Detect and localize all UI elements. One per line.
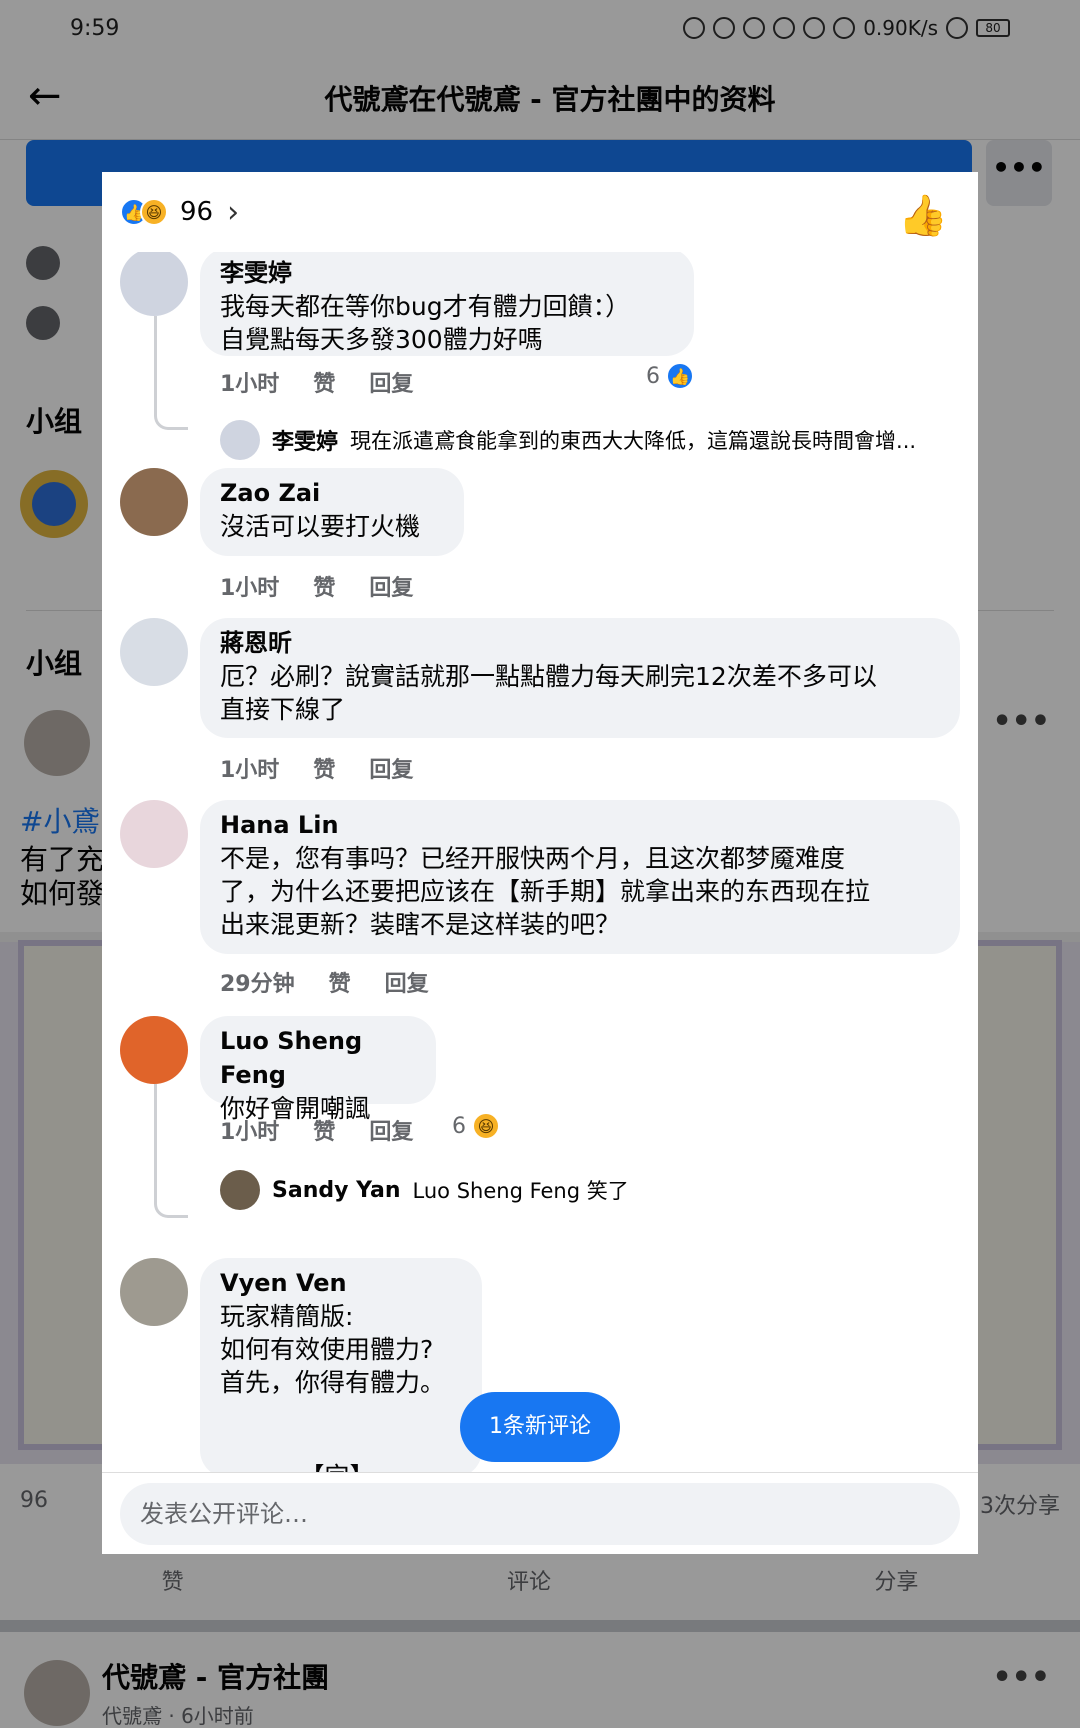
comment-author[interactable]: Vyen Ven — [220, 1266, 462, 1300]
comment-time: 1小时 — [220, 758, 280, 783]
avatar — [220, 420, 260, 460]
comment-bubble[interactable]: Luo Sheng Feng 你好會開嘲諷 — [200, 1016, 436, 1123]
avatar[interactable] — [120, 618, 188, 686]
thread-line — [154, 316, 188, 430]
like-link[interactable]: 赞 — [313, 570, 335, 602]
avatar[interactable] — [120, 468, 188, 536]
like-link[interactable]: 赞 — [329, 966, 351, 998]
reply-text: Luo Sheng Feng 笑了 — [412, 1179, 629, 1203]
comment-text: 不是，您有事吗？已经开服快两个月，且这次都梦魇难度 了，为什么还要把应该在【新手… — [220, 844, 871, 939]
comment-text: 沒活可以要打火機 — [220, 512, 421, 541]
reaction-number: 6 — [452, 1113, 466, 1139]
chevron-right-icon[interactable]: › — [227, 195, 239, 230]
haha-reaction-icon: 😆 — [140, 198, 168, 226]
comments-modal: 👍 😆 96 › 👍 李雯婷 我每天都在等你bug才有體力回饋：） 自覺點每天多… — [102, 172, 978, 1554]
comment-reactions[interactable]: 6 😆 — [452, 1112, 500, 1140]
avatar[interactable] — [120, 800, 188, 868]
like-outline-icon[interactable]: 👍 — [898, 192, 948, 239]
comment-meta: 1小时 赞 回复 — [220, 1114, 413, 1146]
avatar[interactable] — [120, 1258, 188, 1326]
comment-text: 玩家精簡版: 如何有效使用體力? 首先，你得有體力。 — [220, 1302, 446, 1397]
like-link[interactable]: 赞 — [313, 366, 335, 398]
comment-input[interactable] — [120, 1483, 960, 1545]
avatar[interactable] — [120, 252, 188, 316]
comment-meta: 1小时 赞 回复 — [220, 570, 413, 602]
comment-author[interactable]: 蔣恩昕 — [220, 626, 940, 660]
new-comments-button[interactable]: 1条新评论 — [460, 1392, 620, 1462]
comment-author[interactable]: Hana Lin — [220, 808, 940, 842]
like-link[interactable]: 赞 — [313, 752, 335, 784]
comment-author[interactable]: 李雯婷 — [220, 256, 674, 290]
thread-line — [154, 1084, 188, 1218]
comment-bubble[interactable]: 李雯婷 我每天都在等你bug才有體力回饋：） 自覺點每天多發300體力好嗎 — [200, 252, 694, 356]
comment-bubble[interactable]: Hana Lin 不是，您有事吗？已经开服快两个月，且这次都梦魇难度 了，为什么… — [200, 800, 960, 954]
reply-link[interactable]: 回复 — [369, 752, 413, 784]
comment-time: 29分钟 — [220, 972, 295, 997]
comment-text: 厄？必刷？說實話就那一點點體力每天刷完12次差不多可以 直接下線了 — [220, 662, 877, 724]
like-reaction-icon: 👍 — [666, 362, 694, 390]
reply-link[interactable]: 回复 — [369, 1114, 413, 1146]
haha-reaction-icon: 😆 — [472, 1112, 500, 1140]
reply-text: 現在派遣鳶食能拿到的東西大大降低，這篇還說長時間會增... — [350, 429, 917, 453]
reaction-number: 6 — [646, 363, 660, 389]
reply-link[interactable]: 回复 — [385, 966, 429, 998]
comment-bubble[interactable]: 蔣恩昕 厄？必刷？說實話就那一點點體力每天刷完12次差不多可以 直接下線了 — [200, 618, 960, 738]
comment-list[interactable]: 李雯婷 我每天都在等你bug才有體力回饋：） 自覺點每天多發300體力好嗎 1小… — [102, 252, 978, 1474]
comment-bubble[interactable]: Vyen Ven 玩家精簡版: 如何有效使用體力? 首先，你得有體力。 【完】.… — [200, 1258, 482, 1474]
comment-meta: 1小时 赞 回复 — [220, 366, 413, 398]
reply-author: 李雯婷 — [272, 430, 339, 455]
comment-reactions[interactable]: 6 👍 — [646, 362, 694, 390]
comment-meta: 1小时 赞 回复 — [220, 752, 413, 784]
comment-more: 【完】... 展开 — [220, 1427, 462, 1474]
comment-meta: 29分钟 赞 回复 — [220, 966, 429, 998]
reply-link[interactable]: 回复 — [369, 570, 413, 602]
modal-header: 👍 😆 96 › 👍 — [102, 172, 978, 252]
comment-author[interactable]: Luo Sheng Feng — [220, 1024, 416, 1092]
comment-text: 我每天都在等你bug才有體力回饋：） 自覺點每天多發300體力好嗎 — [220, 292, 631, 354]
reply-preview[interactable]: Sandy Yan Luo Sheng Feng 笑了 — [220, 1170, 960, 1210]
comment-composer — [102, 1472, 978, 1554]
reply-link[interactable]: 回复 — [369, 366, 413, 398]
comment-time: 1小时 — [220, 576, 280, 601]
reaction-count[interactable]: 96 — [180, 197, 213, 227]
comment-bubble[interactable]: Zao Zai 沒活可以要打火機 — [200, 468, 464, 556]
comment-author[interactable]: Zao Zai — [220, 476, 444, 510]
avatar[interactable] — [120, 1016, 188, 1084]
avatar — [220, 1170, 260, 1210]
comment-time: 1小时 — [220, 372, 280, 397]
reply-preview[interactable]: 李雯婷 現在派遣鳶食能拿到的東西大大降低，這篇還說長時間會增... — [220, 420, 960, 460]
like-link[interactable]: 赞 — [313, 1114, 335, 1146]
comment-time: 1小时 — [220, 1120, 280, 1145]
reply-author: Sandy Yan — [272, 1177, 401, 1203]
